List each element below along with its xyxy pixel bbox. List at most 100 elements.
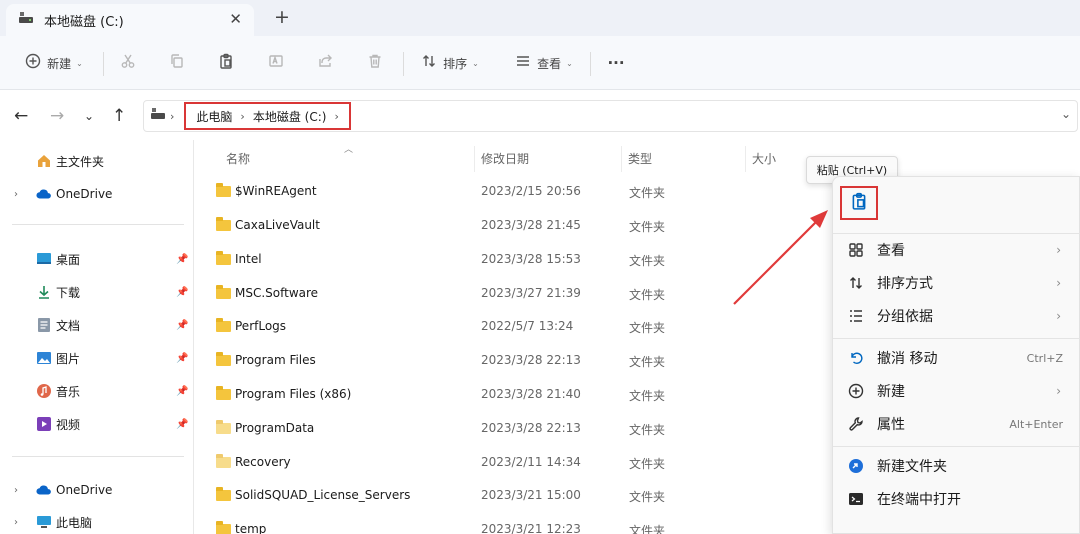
menu-item-label: 新建文件夹 [877, 459, 947, 475]
view-button[interactable]: 查看 ⌄ [508, 48, 580, 78]
chevron-down-icon: ⌄ [472, 58, 479, 68]
delete-button[interactable] [361, 48, 389, 78]
sidebar-item-documents[interactable]: 文档 📌 [0, 312, 190, 338]
menu-item-open-terminal[interactable]: 在终端中打开 [833, 483, 1080, 515]
menu-item-group[interactable]: 分组依据 › [833, 300, 1080, 332]
paste-button[interactable] [840, 186, 878, 220]
sort-button[interactable]: 排序 ⌄ [414, 48, 486, 78]
share-button[interactable] [311, 48, 339, 78]
new-button[interactable]: 新建 ⌄ [18, 48, 90, 78]
column-divider[interactable] [474, 146, 475, 172]
submenu-chevron-icon: › [1056, 309, 1061, 323]
file-row[interactable]: Recovery 2023/2/11 14:34 文件夹 [214, 446, 814, 480]
sidebar-item-pictures[interactable]: 图片 📌 [0, 345, 190, 371]
sidebar-item-home[interactable]: 主文件夹 [0, 148, 190, 174]
sort-icon [847, 274, 865, 292]
new-tab-icon[interactable]: + [274, 6, 290, 28]
file-row[interactable]: Program Files 2023/3/28 22:13 文件夹 [214, 344, 814, 378]
folder-icon [216, 521, 231, 534]
rename-button[interactable] [262, 48, 290, 78]
forward-arrow-icon[interactable]: → [50, 106, 64, 126]
file-row[interactable]: ProgramData 2023/3/28 22:13 文件夹 [214, 412, 814, 446]
column-header-date[interactable]: 修改日期 [481, 150, 529, 167]
sidebar-item-label: 视频 [56, 417, 81, 432]
rename-icon [268, 53, 284, 73]
expand-chevron-icon[interactable]: › [14, 485, 18, 496]
breadcrumb-local-disk[interactable]: 本地磁盘 (C:) [253, 108, 327, 125]
up-arrow-icon[interactable]: ↑ [112, 106, 126, 126]
drive-icon [150, 107, 166, 125]
address-bar[interactable]: › 此电脑 › 本地磁盘 (C:) › ⌄ [143, 100, 1078, 132]
video-icon [36, 416, 52, 432]
sidebar-item-music[interactable]: 音乐 📌 [0, 378, 190, 404]
new-button-label: 新建 [47, 56, 72, 71]
breadcrumb-this-pc[interactable]: 此电脑 [196, 108, 232, 125]
sort-ascending-icon: ︿ [344, 145, 354, 155]
file-row[interactable]: Program Files (x86) 2023/3/28 21:40 文件夹 [214, 378, 814, 412]
file-name: ProgramData [235, 421, 315, 435]
sidebar-item-downloads[interactable]: 下载 📌 [0, 279, 190, 305]
plus-circle-icon [25, 53, 41, 73]
recent-locations-chevron-icon[interactable]: ⌄ [84, 109, 94, 123]
sidebar-item-label: 桌面 [56, 252, 81, 267]
close-tab-icon[interactable]: ✕ [229, 10, 242, 28]
pin-icon[interactable]: 📌 [176, 254, 188, 265]
file-name: Recovery [235, 455, 291, 469]
folder-icon [216, 454, 231, 468]
clipboard-icon [218, 53, 234, 73]
sidebar-item-label: 主文件夹 [56, 154, 105, 169]
column-divider[interactable] [745, 146, 746, 172]
file-name: MSC.Software [235, 286, 319, 300]
menu-item-label: 查看 [877, 243, 905, 259]
new-folder-icon [847, 457, 865, 475]
menu-item-properties[interactable]: 属性 Alt+Enter [833, 408, 1080, 440]
file-name: Intel [235, 252, 262, 266]
back-arrow-icon[interactable]: ← [14, 106, 28, 126]
file-row[interactable]: PerfLogs 2022/5/7 13:24 文件夹 [214, 310, 814, 344]
sidebar-item-this-pc[interactable]: › 此电脑 [0, 509, 190, 534]
tab-local-disk[interactable]: 本地磁盘 (C:) ✕ [6, 4, 254, 36]
sidebar-item-onedrive-personal[interactable]: › OneDrive [0, 477, 190, 503]
menu-item-undo-move[interactable]: 撤消 移动 Ctrl+Z [833, 342, 1080, 374]
cut-button[interactable] [114, 48, 142, 78]
breadcrumb-separator[interactable]: › [240, 110, 244, 123]
pin-icon[interactable]: 📌 [176, 320, 188, 331]
menu-item-label: 排序方式 [877, 276, 933, 292]
more-options-button[interactable]: ··· [602, 48, 630, 78]
expand-chevron-icon[interactable]: › [14, 189, 18, 200]
folder-icon [216, 386, 231, 400]
file-date: 2023/2/11 14:34 [481, 455, 581, 469]
menu-item-sort[interactable]: 排序方式 › [833, 267, 1080, 299]
drive-icon [18, 11, 34, 29]
sidebar-item-onedrive[interactable]: › OneDrive [0, 181, 190, 207]
sidebar-divider [12, 456, 184, 457]
file-name: Program Files [235, 353, 316, 367]
folder-icon [216, 318, 231, 332]
expand-chevron-icon[interactable]: › [14, 517, 18, 528]
column-header-type[interactable]: 类型 [628, 150, 652, 167]
column-divider[interactable] [621, 146, 622, 172]
file-row[interactable]: SolidSQUAD_License_Servers 2023/3/21 15:… [214, 479, 814, 513]
title-bar: 本地磁盘 (C:) ✕ + [0, 0, 1080, 36]
column-header-size[interactable]: 大小 [752, 150, 776, 167]
address-history-chevron-icon[interactable]: ⌄ [1061, 107, 1071, 121]
pin-icon[interactable]: 📌 [176, 386, 188, 397]
pin-icon[interactable]: 📌 [176, 353, 188, 364]
column-header-name[interactable]: 名称 [226, 150, 250, 167]
toolbar-divider [103, 52, 104, 76]
menu-item-new-folder[interactable]: 新建文件夹 [833, 450, 1080, 482]
pin-icon[interactable]: 📌 [176, 287, 188, 298]
menu-item-view[interactable]: 查看 › [833, 234, 1080, 266]
submenu-chevron-icon: › [1056, 384, 1061, 398]
sidebar-item-desktop[interactable]: 桌面 📌 [0, 246, 190, 272]
menu-item-new[interactable]: 新建 › [833, 375, 1080, 407]
breadcrumb-separator[interactable]: › [334, 110, 338, 123]
pin-icon[interactable]: 📌 [176, 419, 188, 430]
file-name: CaxaLiveVault [235, 218, 320, 232]
paste-toolbar-button[interactable] [212, 48, 240, 78]
file-row[interactable]: temp 2023/3/21 12:23 文件夹 [214, 513, 814, 534]
copy-button[interactable] [163, 48, 191, 78]
sidebar-divider [12, 224, 184, 225]
sidebar-item-videos[interactable]: 视频 📌 [0, 411, 190, 437]
trash-icon [367, 53, 383, 73]
